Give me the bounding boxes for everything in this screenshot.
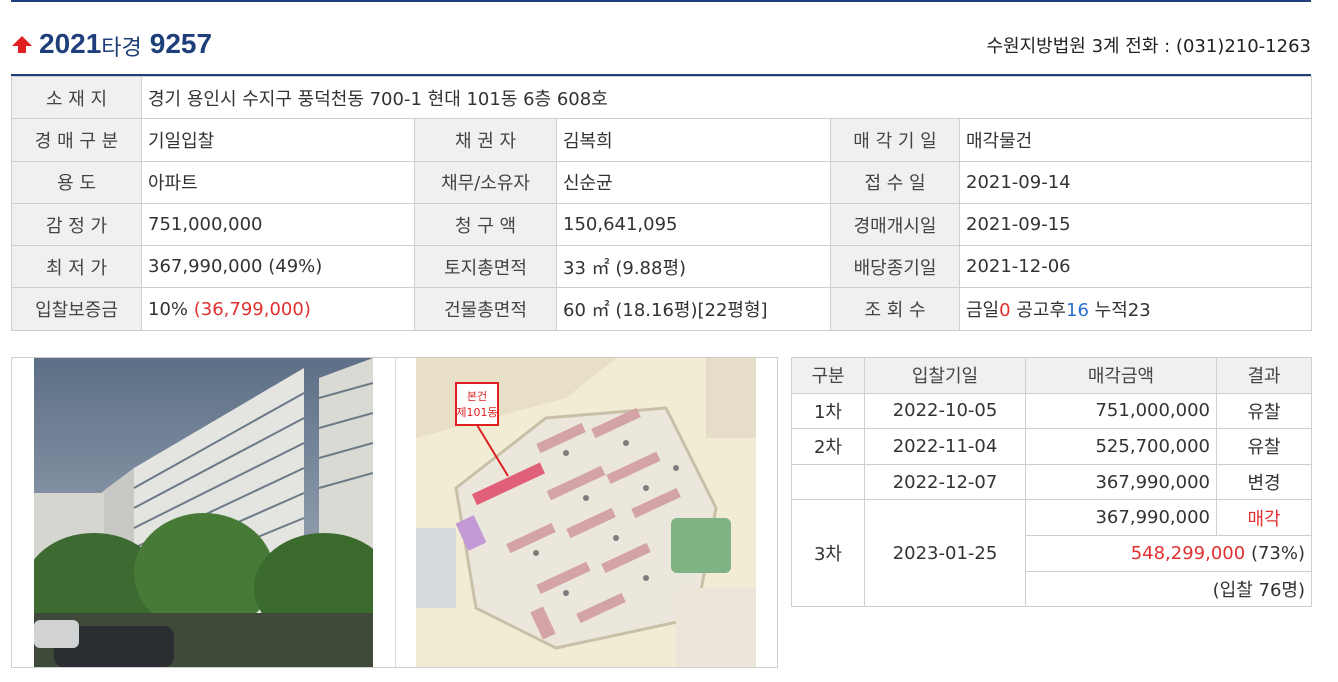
sold-price-cell: 548,299,000 (73%) bbox=[1025, 534, 1312, 572]
appraisal-label: 감 정 가 bbox=[11, 202, 142, 247]
views-value: 금일0 공고후16 누적23 bbox=[958, 287, 1313, 331]
views-today: 0 bbox=[999, 300, 1011, 322]
case-year: 2021 bbox=[39, 28, 102, 59]
views-today-label: 금일 bbox=[966, 300, 1000, 322]
history-header-result: 결과 bbox=[1216, 357, 1312, 394]
sold-ratio: (73%) bbox=[1250, 542, 1305, 564]
history-amount: 367,990,000 bbox=[1025, 499, 1217, 536]
claim-label: 청 구 액 bbox=[414, 202, 557, 247]
info-row: 최 저 가 367,990,000 (49%) 토지총면적 33 ㎡ (9.88… bbox=[11, 245, 1313, 289]
history-result: 유찰 bbox=[1216, 392, 1312, 430]
history-amount: 367,990,000 bbox=[1025, 463, 1217, 501]
creditor-label: 채 권 자 bbox=[414, 118, 557, 162]
minimum-value: 367,990,000 (49%) bbox=[141, 245, 415, 289]
building-area-value: 60 ㎡ (18.16평)[22평형] bbox=[556, 287, 831, 331]
views-after-label: 공고후 bbox=[1016, 300, 1066, 322]
land-area-value: 33 ㎡ (9.88평) bbox=[556, 245, 831, 289]
up-arrow-icon[interactable] bbox=[11, 33, 33, 55]
views-label: 조 회 수 bbox=[830, 287, 960, 331]
court-info: 수원지방법원 3계 전화 : (031)210-1263 bbox=[986, 36, 1311, 57]
debtor-value: 신순균 bbox=[556, 160, 831, 204]
info-row: 경 매 구 분 기일입찰 채 권 자 김복희 매 각 기 일 매각물건 bbox=[11, 118, 1313, 162]
case-number: 9257 bbox=[149, 28, 213, 59]
dividend-end-label: 배당종기일 bbox=[830, 245, 960, 289]
history-round: 2차 bbox=[791, 428, 865, 465]
minimum-label: 최 저 가 bbox=[11, 245, 142, 289]
deposit-percent: 10% bbox=[148, 298, 189, 320]
sale-date-label: 매 각 기 일 bbox=[830, 118, 960, 162]
info-row-address: 소 재 지 경기 용인시 수지구 풍덕천동 700-1 현대 101동 6층 6… bbox=[11, 75, 1313, 120]
views-total-label: 누적 bbox=[1094, 300, 1128, 322]
auction-type-label: 경 매 구 분 bbox=[11, 118, 142, 162]
map-callout-line1: 본건 bbox=[467, 390, 487, 403]
views-after: 16 bbox=[1066, 300, 1089, 322]
deposit-label: 입찰보증금 bbox=[11, 287, 142, 331]
info-row: 입찰보증금 10% (36,799,000) 건물총면적 60 ㎡ (18.16… bbox=[11, 287, 1313, 331]
views-total: 23 bbox=[1127, 300, 1151, 322]
case-header: 2021 타경 9257 수원지방법원 3계 전화 : (031)210-126… bbox=[11, 22, 1311, 66]
history-row: 2022-12-07 367,990,000 변경 bbox=[791, 463, 1312, 501]
history-result: 변경 bbox=[1216, 463, 1312, 501]
history-row: 3차 2023-01-25 367,990,000 매각 bbox=[791, 499, 1312, 608]
top-rule bbox=[11, 0, 1311, 2]
address-label: 소 재 지 bbox=[11, 75, 142, 120]
use-label: 용 도 bbox=[11, 160, 142, 204]
history-row: 1차 2022-10-05 751,000,000 유찰 bbox=[791, 392, 1312, 430]
photo-divider bbox=[395, 358, 396, 667]
history-result: 유찰 bbox=[1216, 428, 1312, 465]
deposit-value: 10% (36,799,000) bbox=[141, 287, 415, 331]
creditor-value: 김복희 bbox=[556, 118, 831, 162]
history-date: 2023-01-25 bbox=[864, 499, 1026, 608]
start-date-label: 경매개시일 bbox=[830, 202, 960, 247]
building-photo[interactable] bbox=[34, 358, 373, 667]
history-header-row: 구분 입찰기일 매각금액 결과 bbox=[791, 357, 1312, 394]
dividend-end-value: 2021-12-06 bbox=[958, 245, 1313, 289]
property-info-table: 소 재 지 경기 용인시 수지구 풍덕천동 700-1 현대 101동 6층 6… bbox=[11, 75, 1313, 331]
case-kind: 타경 bbox=[101, 36, 142, 61]
history-round: 3차 bbox=[791, 499, 865, 608]
history-row: 2차 2022-11-04 525,700,000 유찰 bbox=[791, 428, 1312, 465]
history-header-round: 구분 bbox=[791, 357, 865, 394]
claim-value: 150,641,095 bbox=[556, 202, 831, 247]
building-area-label: 건물총면적 bbox=[414, 287, 557, 331]
sale-date-value: 매각물건 bbox=[958, 118, 1313, 162]
sold-price: 548,299,000 bbox=[1130, 542, 1246, 564]
appraisal-value: 751,000,000 bbox=[141, 202, 415, 247]
receipt-date-label: 접 수 일 bbox=[830, 160, 960, 204]
auction-type-value: 기일입찰 bbox=[141, 118, 415, 162]
site-map[interactable]: 본건 제101동 bbox=[416, 358, 756, 667]
address-value: 경기 용인시 수지구 풍덕천동 700-1 현대 101동 6층 608호 bbox=[140, 75, 1313, 120]
start-date-value: 2021-09-15 bbox=[958, 202, 1313, 247]
info-row: 감 정 가 751,000,000 청 구 액 150,641,095 경매개시… bbox=[11, 202, 1313, 247]
history-date: 2022-10-05 bbox=[864, 392, 1026, 430]
case-title: 2021 타경 9257 bbox=[11, 26, 212, 62]
receipt-date-value: 2021-09-14 bbox=[958, 160, 1313, 204]
bidders-count: (입찰 76명) bbox=[1025, 570, 1312, 608]
info-row: 용 도 아파트 채무/소유자 신순균 접 수 일 2021-09-14 bbox=[11, 160, 1313, 204]
history-amount: 525,700,000 bbox=[1025, 428, 1217, 465]
map-callout-line2: 제101동 bbox=[456, 406, 497, 419]
history-header-date: 입찰기일 bbox=[864, 357, 1026, 394]
history-result-sold: 매각 bbox=[1216, 499, 1312, 536]
deposit-amount: (36,799,000) bbox=[193, 298, 311, 320]
land-area-label: 토지총면적 bbox=[414, 245, 557, 289]
history-amount: 751,000,000 bbox=[1025, 392, 1217, 430]
history-header-amount: 매각금액 bbox=[1025, 357, 1217, 394]
history-date: 2022-11-04 bbox=[864, 428, 1026, 465]
history-date: 2022-12-07 bbox=[864, 463, 1026, 501]
bid-history-table: 구분 입찰기일 매각금액 결과 1차 2022-10-05 751,000,00… bbox=[791, 357, 1312, 608]
debtor-label: 채무/소유자 bbox=[414, 160, 557, 204]
use-value: 아파트 bbox=[141, 160, 415, 204]
photo-panel: 본건 제101동 bbox=[11, 357, 778, 668]
history-round bbox=[791, 463, 865, 501]
history-round: 1차 bbox=[791, 392, 865, 430]
